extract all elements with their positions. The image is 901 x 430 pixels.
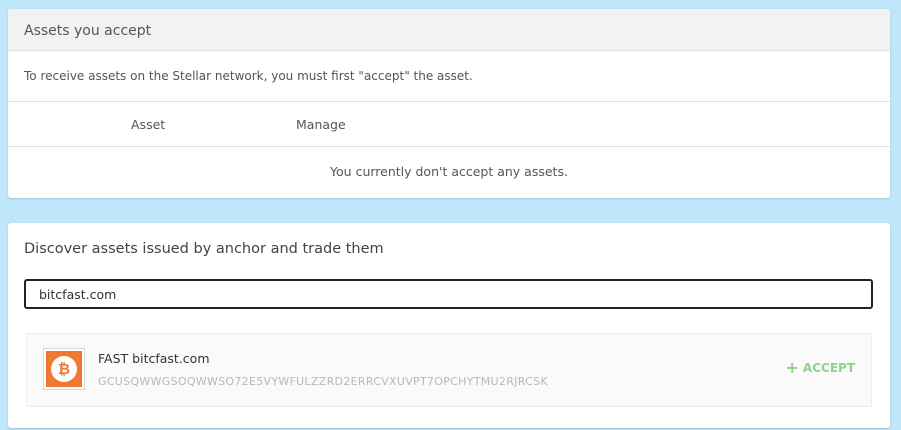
accepted-assets-description: To receive assets on the Stellar network…	[8, 51, 890, 102]
asset-result-card: ₿ FAST bitcfast.com GCUSQWWGSOQWWSO72E5VY…	[26, 333, 872, 407]
column-header-manage: Manage	[296, 117, 346, 132]
accepted-assets-table-header: Asset Manage	[8, 102, 890, 147]
discover-assets-title: Discover assets issued by anchor and tra…	[24, 241, 384, 257]
bitcoin-icon: ₿	[46, 351, 82, 387]
accept-asset-button[interactable]: + ACCEPT	[785, 358, 855, 377]
accepted-assets-panel: Assets you accept To receive assets on t…	[8, 9, 890, 198]
empty-state-message: You currently don't accept any assets.	[330, 164, 568, 179]
discover-assets-panel: Discover assets issued by anchor and tra…	[8, 223, 890, 428]
accepted-assets-title: Assets you accept	[8, 9, 890, 51]
asset-code: FAST	[98, 351, 129, 366]
asset-issuer-address: GCUSQWWGSOQWWSO72E5VYWFULZZRD2ERRCVXUVPT…	[98, 375, 548, 388]
plus-icon: +	[785, 358, 799, 377]
bitcoin-glyph: ₿	[51, 356, 77, 382]
anchor-search-input[interactable]	[24, 279, 873, 309]
asset-name: FAST bitcfast.com	[98, 351, 210, 366]
asset-logo: ₿	[43, 348, 85, 390]
column-header-asset: Asset	[131, 117, 166, 132]
asset-domain: bitcfast.com	[132, 351, 210, 366]
accept-label: ACCEPT	[802, 361, 855, 375]
